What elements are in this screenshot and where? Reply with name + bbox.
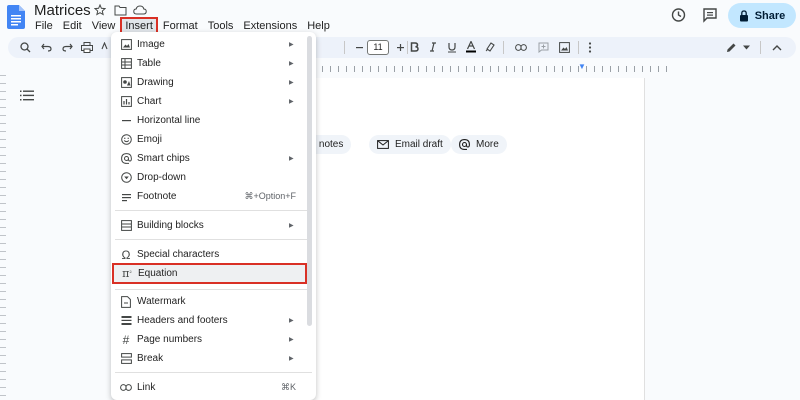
docs-logo-icon[interactable] bbox=[7, 5, 25, 29]
menu-divider bbox=[115, 289, 312, 290]
submenu-arrow-icon: ▶ bbox=[289, 318, 294, 324]
chevron-down-icon[interactable] bbox=[739, 40, 753, 54]
insert-menu-item-footnote[interactable]: Footnote ⌘+Option+F bbox=[111, 187, 316, 206]
break-icon bbox=[120, 353, 132, 364]
toolbar-divider bbox=[344, 41, 345, 54]
submenu-arrow-icon: ▶ bbox=[289, 80, 294, 86]
bold-icon[interactable] bbox=[407, 40, 421, 54]
add-comment-icon[interactable] bbox=[536, 40, 550, 54]
insert-menu-item-horizontal-line[interactable]: Horizontal line bbox=[111, 111, 316, 130]
insert-menu-item-image[interactable]: Image ▶ bbox=[111, 35, 316, 54]
insert-menu-item-smart-chips[interactable]: Smart chips ▶ bbox=[111, 149, 316, 168]
link-icon bbox=[120, 384, 132, 391]
insert-menu-item-equation[interactable]: π² Equation bbox=[112, 263, 307, 284]
insert-menu-item-break[interactable]: Break ▶ bbox=[111, 349, 316, 368]
move-folder-icon[interactable] bbox=[112, 3, 128, 17]
pi-icon: π² bbox=[122, 267, 132, 280]
search-menus-icon[interactable] bbox=[18, 40, 32, 54]
lock-icon bbox=[739, 9, 748, 21]
horizontal-line-icon bbox=[120, 115, 132, 126]
smart-chips-icon bbox=[120, 153, 132, 164]
toolbar-divider bbox=[760, 41, 761, 54]
insert-menu-item-watermark[interactable]: Watermark bbox=[111, 292, 316, 311]
submenu-arrow-icon: ▶ bbox=[289, 61, 294, 67]
emoji-icon bbox=[120, 134, 132, 145]
editing-mode-icon[interactable] bbox=[724, 40, 738, 54]
share-label: Share bbox=[754, 9, 786, 22]
underline-icon[interactable] bbox=[445, 40, 459, 54]
image-icon bbox=[120, 39, 132, 50]
insert-menu-item-emoji[interactable]: Emoji bbox=[111, 130, 316, 149]
submenu-arrow-icon: ▶ bbox=[289, 99, 294, 105]
undo-icon[interactable] bbox=[39, 40, 53, 54]
redo-icon[interactable] bbox=[60, 40, 74, 54]
more-label: More bbox=[476, 139, 499, 150]
comments-icon[interactable] bbox=[702, 7, 718, 28]
link-shortcut: ⌘K bbox=[280, 382, 296, 392]
menu-file[interactable]: File bbox=[30, 17, 58, 35]
menu-divider bbox=[115, 210, 312, 211]
insert-menu-dropdown: Image ▶ Table ▶ Drawing ▶ Chart ▶ Horizo… bbox=[111, 32, 316, 400]
print-icon[interactable] bbox=[80, 40, 94, 54]
menu-edit[interactable]: Edit bbox=[58, 17, 87, 35]
insert-menu-item-special-characters[interactable]: Ω Special characters bbox=[111, 245, 316, 264]
hash-icon: # bbox=[122, 332, 130, 347]
menu-divider bbox=[115, 239, 312, 240]
footnote-shortcut: ⌘+Option+F bbox=[244, 191, 296, 201]
insert-menu-item-headers-and-footers[interactable]: Headers and footers ▶ bbox=[111, 311, 316, 330]
share-button[interactable]: Share bbox=[728, 3, 796, 28]
submenu-arrow-icon: ▶ bbox=[289, 356, 294, 362]
insert-menu-item-drawing[interactable]: Drawing ▶ bbox=[111, 73, 316, 92]
vertical-ruler bbox=[0, 75, 6, 400]
insert-link-icon[interactable] bbox=[514, 40, 528, 54]
table-icon bbox=[120, 58, 132, 69]
more-chip[interactable]: More bbox=[451, 135, 507, 154]
headers-icon bbox=[120, 315, 132, 326]
omega-icon: Ω bbox=[121, 247, 131, 262]
submenu-arrow-icon: ▶ bbox=[289, 156, 294, 162]
watermark-icon bbox=[120, 295, 132, 308]
star-icon[interactable] bbox=[92, 3, 108, 17]
hide-menus-chevron-up-icon[interactable] bbox=[770, 40, 784, 54]
cloud-status-icon[interactable] bbox=[132, 3, 148, 17]
email-icon bbox=[377, 140, 389, 149]
insert-menu-item-chart[interactable]: Chart ▶ bbox=[111, 92, 316, 111]
insert-menu-item-link[interactable]: Link ⌘K bbox=[111, 378, 316, 397]
app-header: Matrices File Edit View Insert Format To… bbox=[0, 0, 800, 36]
email-draft-chip[interactable]: Email draft bbox=[369, 135, 451, 154]
font-size-decrease-icon[interactable] bbox=[352, 40, 366, 54]
version-history-icon[interactable] bbox=[670, 7, 686, 28]
submenu-arrow-icon: ▶ bbox=[289, 337, 294, 343]
font-size-input[interactable]: 11 bbox=[367, 40, 389, 55]
highlight-color-icon[interactable] bbox=[483, 40, 497, 54]
chart-icon bbox=[120, 96, 132, 107]
menu-scrollbar[interactable] bbox=[307, 36, 312, 326]
building-blocks-icon bbox=[120, 220, 132, 231]
insert-menu-item-table[interactable]: Table ▶ bbox=[111, 54, 316, 73]
toolbar-divider bbox=[578, 41, 579, 54]
insert-image-icon[interactable] bbox=[557, 40, 571, 54]
italic-icon[interactable] bbox=[426, 40, 440, 54]
drawing-icon bbox=[120, 77, 132, 88]
more-options-icon[interactable] bbox=[583, 40, 597, 54]
font-size-increase-icon[interactable] bbox=[393, 40, 407, 54]
insert-menu-item-building-blocks[interactable]: Building blocks ▶ bbox=[111, 216, 316, 235]
toolbar-divider bbox=[503, 41, 504, 54]
menu-divider bbox=[115, 372, 312, 373]
insert-menu-item-drop-down[interactable]: Drop-down bbox=[111, 168, 316, 187]
submenu-arrow-icon: ▶ bbox=[289, 42, 294, 48]
dropdown-icon bbox=[120, 172, 132, 183]
submenu-arrow-icon: ▶ bbox=[289, 223, 294, 229]
email-draft-label: Email draft bbox=[395, 139, 443, 150]
at-sign-icon bbox=[459, 139, 470, 150]
document-outline-icon[interactable] bbox=[20, 88, 34, 106]
right-indent-marker-icon[interactable]: ▼ bbox=[578, 62, 586, 71]
insert-menu-item-page-numbers[interactable]: # Page numbers ▶ bbox=[111, 330, 316, 349]
text-color-icon[interactable] bbox=[464, 40, 478, 54]
footnote-icon bbox=[120, 191, 132, 202]
